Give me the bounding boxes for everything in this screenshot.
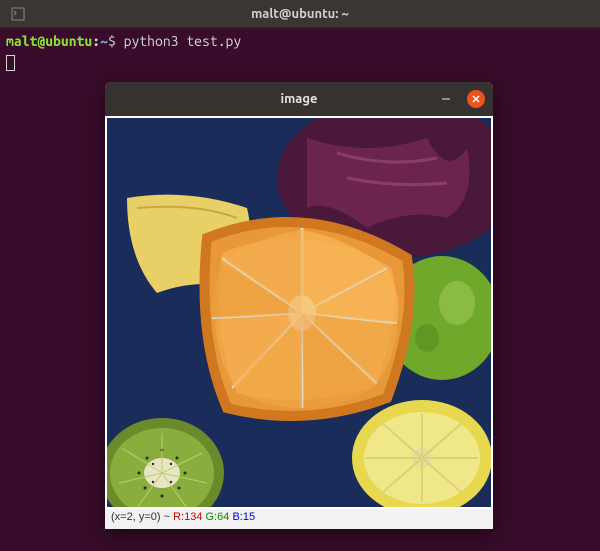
image-window-title: image xyxy=(280,92,317,106)
prompt-user: malt@ubuntu xyxy=(6,33,92,49)
prompt-path: ~ xyxy=(100,33,108,49)
image-viewer-window: image xyxy=(105,82,493,529)
status-g-label: G: xyxy=(206,511,218,523)
prompt-symbol: $ xyxy=(108,33,116,49)
image-window-titlebar[interactable]: image xyxy=(105,82,493,116)
status-r-label: R: xyxy=(173,511,184,523)
status-g-value: 64 xyxy=(217,511,229,523)
command-text: python3 test.py xyxy=(124,33,242,49)
window-controls xyxy=(437,90,485,108)
terminal-app-icon xyxy=(10,6,26,22)
terminal-body[interactable]: malt@ubuntu:~$ python3 test.py xyxy=(0,28,600,75)
status-r-value: 134 xyxy=(184,511,202,523)
minimize-button[interactable] xyxy=(437,90,455,108)
status-b-label: B: xyxy=(232,511,242,523)
terminal-titlebar: malt@ubuntu: ~ xyxy=(0,0,600,28)
terminal-title: malt@ubuntu: ~ xyxy=(251,7,349,21)
prompt-colon: : xyxy=(92,33,100,49)
terminal-cursor xyxy=(6,55,15,71)
image-canvas[interactable] xyxy=(107,118,491,507)
cursor-line xyxy=(6,52,594,70)
status-b-value: 15 xyxy=(243,511,255,523)
status-coords: (x=2, y=0) ~ xyxy=(111,511,170,523)
image-status-bar: (x=2, y=0) ~ R:134 G:64 B:15 xyxy=(105,509,493,529)
close-button[interactable] xyxy=(467,90,485,108)
